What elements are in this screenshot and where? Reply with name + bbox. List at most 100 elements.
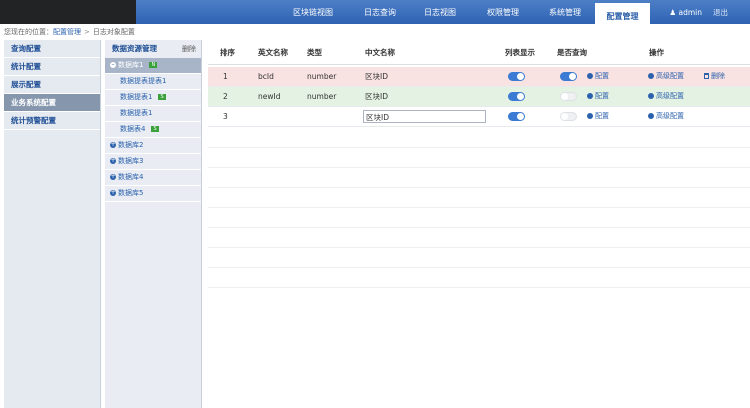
top-navigation-bar: 区块链视图 日志查询 日志视图 权限管理 系统管理 配置管理 ♟ admin 退… (0, 0, 750, 27)
breadcrumb-link[interactable]: 配置管理 (53, 28, 81, 36)
sidebar-item-alert-config[interactable]: 统计预警配置 (4, 112, 100, 130)
gear-icon (648, 93, 654, 99)
table-label: 数据提表1 (120, 93, 153, 101)
database-item[interactable]: + 数据库5 (105, 186, 201, 202)
breadcrumb-prefix: 您现在的位置： (4, 28, 53, 36)
trash-icon (704, 73, 709, 79)
database-item[interactable]: + 数据库4 (105, 170, 201, 186)
advanced-label: 高级配置 (656, 92, 684, 100)
logout-link[interactable]: 退出 (713, 0, 728, 24)
empty-row (208, 227, 750, 248)
table-item[interactable]: 数据提表提表1 (105, 74, 201, 90)
user-info[interactable]: ♟ admin (669, 0, 702, 24)
chinese-name-input[interactable]: 区块ID (363, 110, 486, 123)
gear-icon (587, 113, 593, 119)
database-item[interactable]: + 数据库3 (105, 154, 201, 170)
empty-row (208, 187, 750, 208)
sidebar-item-stats-config[interactable]: 统计配置 (4, 58, 100, 76)
nav-system[interactable]: 系统管理 (537, 0, 593, 24)
col-is-query: 是否查询 (557, 48, 587, 57)
empty-row (208, 267, 750, 288)
sidebar-item-business-config[interactable]: 业务系统配置 (4, 94, 100, 112)
username: admin (678, 8, 703, 17)
advanced-config-link[interactable]: 高级配置 (648, 67, 684, 86)
table-item[interactable]: 数据提表1 S (105, 90, 201, 106)
database-label: 数据库5 (118, 189, 144, 197)
field-config-table: 排序 英文名称 类型 中文名称 列表显示 是否查询 操作 1 bcId numb… (208, 44, 750, 288)
table-label: 数据提表1 (120, 109, 153, 117)
sidebar-item-display-config[interactable]: 展示配置 (4, 76, 100, 94)
breadcrumb: 您现在的位置：配置管理 > 日志对象配置 (4, 27, 135, 38)
left-sidebar: 查询配置 统计配置 展示配置 业务系统配置 统计预警配置 (4, 40, 101, 408)
database-label: 数据库4 (118, 173, 144, 181)
collapse-icon[interactable]: – (110, 62, 116, 68)
config-label: 配置 (595, 92, 609, 100)
empty-row (208, 247, 750, 268)
data-source-header: 数据资源管理 删除 (105, 40, 201, 58)
advanced-label: 高级配置 (656, 112, 684, 120)
expand-icon[interactable]: + (110, 190, 116, 196)
table-label: 数据表4 (120, 125, 146, 133)
database-item[interactable]: + 数据库2 (105, 138, 201, 154)
list-display-toggle[interactable] (508, 112, 525, 121)
badge-s: S (158, 94, 166, 100)
badge-n: N (149, 62, 158, 68)
table-label: 数据提表提表1 (120, 77, 167, 85)
config-link[interactable]: 配置 (587, 67, 609, 86)
row-chinese-name: 区块ID (365, 72, 388, 81)
advanced-config-link[interactable]: 高级配置 (648, 87, 684, 106)
empty-row (208, 127, 750, 148)
nav-config[interactable]: 配置管理 (595, 3, 650, 27)
list-display-toggle[interactable] (508, 92, 525, 101)
expand-icon[interactable]: + (110, 158, 116, 164)
col-operation: 操作 (649, 48, 664, 57)
query-toggle[interactable] (560, 92, 577, 101)
logo-area (0, 0, 136, 24)
empty-row (208, 147, 750, 168)
row-type: number (307, 92, 337, 101)
config-link[interactable]: 配置 (587, 107, 609, 126)
sidebar-item-query-config[interactable]: 查询配置 (4, 40, 100, 58)
col-type: 类型 (307, 48, 322, 57)
advanced-label: 高级配置 (656, 72, 684, 80)
database-label: 数据库1 (118, 61, 144, 69)
database-label: 数据库2 (118, 141, 144, 149)
nav-permission[interactable]: 权限管理 (474, 0, 532, 24)
table-item[interactable]: 数据提表1 (105, 106, 201, 122)
row-type: number (307, 72, 337, 81)
gear-icon (648, 73, 654, 79)
database-label: 数据库3 (118, 157, 144, 165)
row-order: 2 (223, 92, 228, 101)
nav-blockchain-view[interactable]: 区块链视图 (282, 0, 344, 24)
table-row: 1 bcId number 区块ID 配置 高级配置 删除 (208, 67, 750, 87)
database-item[interactable]: – 数据库1 N (105, 58, 201, 74)
table-item[interactable]: 数据表4 S (105, 122, 201, 138)
delete-label: 删除 (711, 72, 725, 80)
delete-button[interactable]: 删除 (182, 40, 196, 58)
nav-log-query[interactable]: 日志查询 (354, 0, 406, 24)
delete-link[interactable]: 删除 (704, 67, 725, 86)
table-header (208, 44, 750, 65)
advanced-config-link[interactable]: 高级配置 (648, 107, 684, 126)
config-link[interactable]: 配置 (587, 87, 609, 106)
col-english-name: 英文名称 (258, 48, 288, 57)
query-toggle[interactable] (560, 112, 577, 121)
empty-row (208, 207, 750, 228)
row-english-name: bcId (258, 72, 274, 81)
gear-icon (587, 93, 593, 99)
gear-icon (587, 73, 593, 79)
gear-icon (648, 113, 654, 119)
expand-icon[interactable]: + (110, 174, 116, 180)
table-row: 2 newId number 区块ID 配置 高级配置 (208, 87, 750, 107)
nav-log-view[interactable]: 日志视图 (414, 0, 466, 24)
row-order: 1 (223, 72, 228, 81)
query-toggle[interactable] (560, 72, 577, 81)
col-list-display: 列表显示 (505, 48, 535, 57)
user-icon: ♟ (669, 8, 677, 17)
expand-icon[interactable]: + (110, 142, 116, 148)
data-source-panel: 数据资源管理 删除 – 数据库1 N 数据提表提表1 数据提表1 S 数据提表1 数据… (105, 40, 202, 408)
col-order: 排序 (220, 48, 235, 57)
list-display-toggle[interactable] (508, 72, 525, 81)
col-chinese-name: 中文名称 (365, 48, 395, 57)
row-order: 3 (223, 112, 228, 121)
